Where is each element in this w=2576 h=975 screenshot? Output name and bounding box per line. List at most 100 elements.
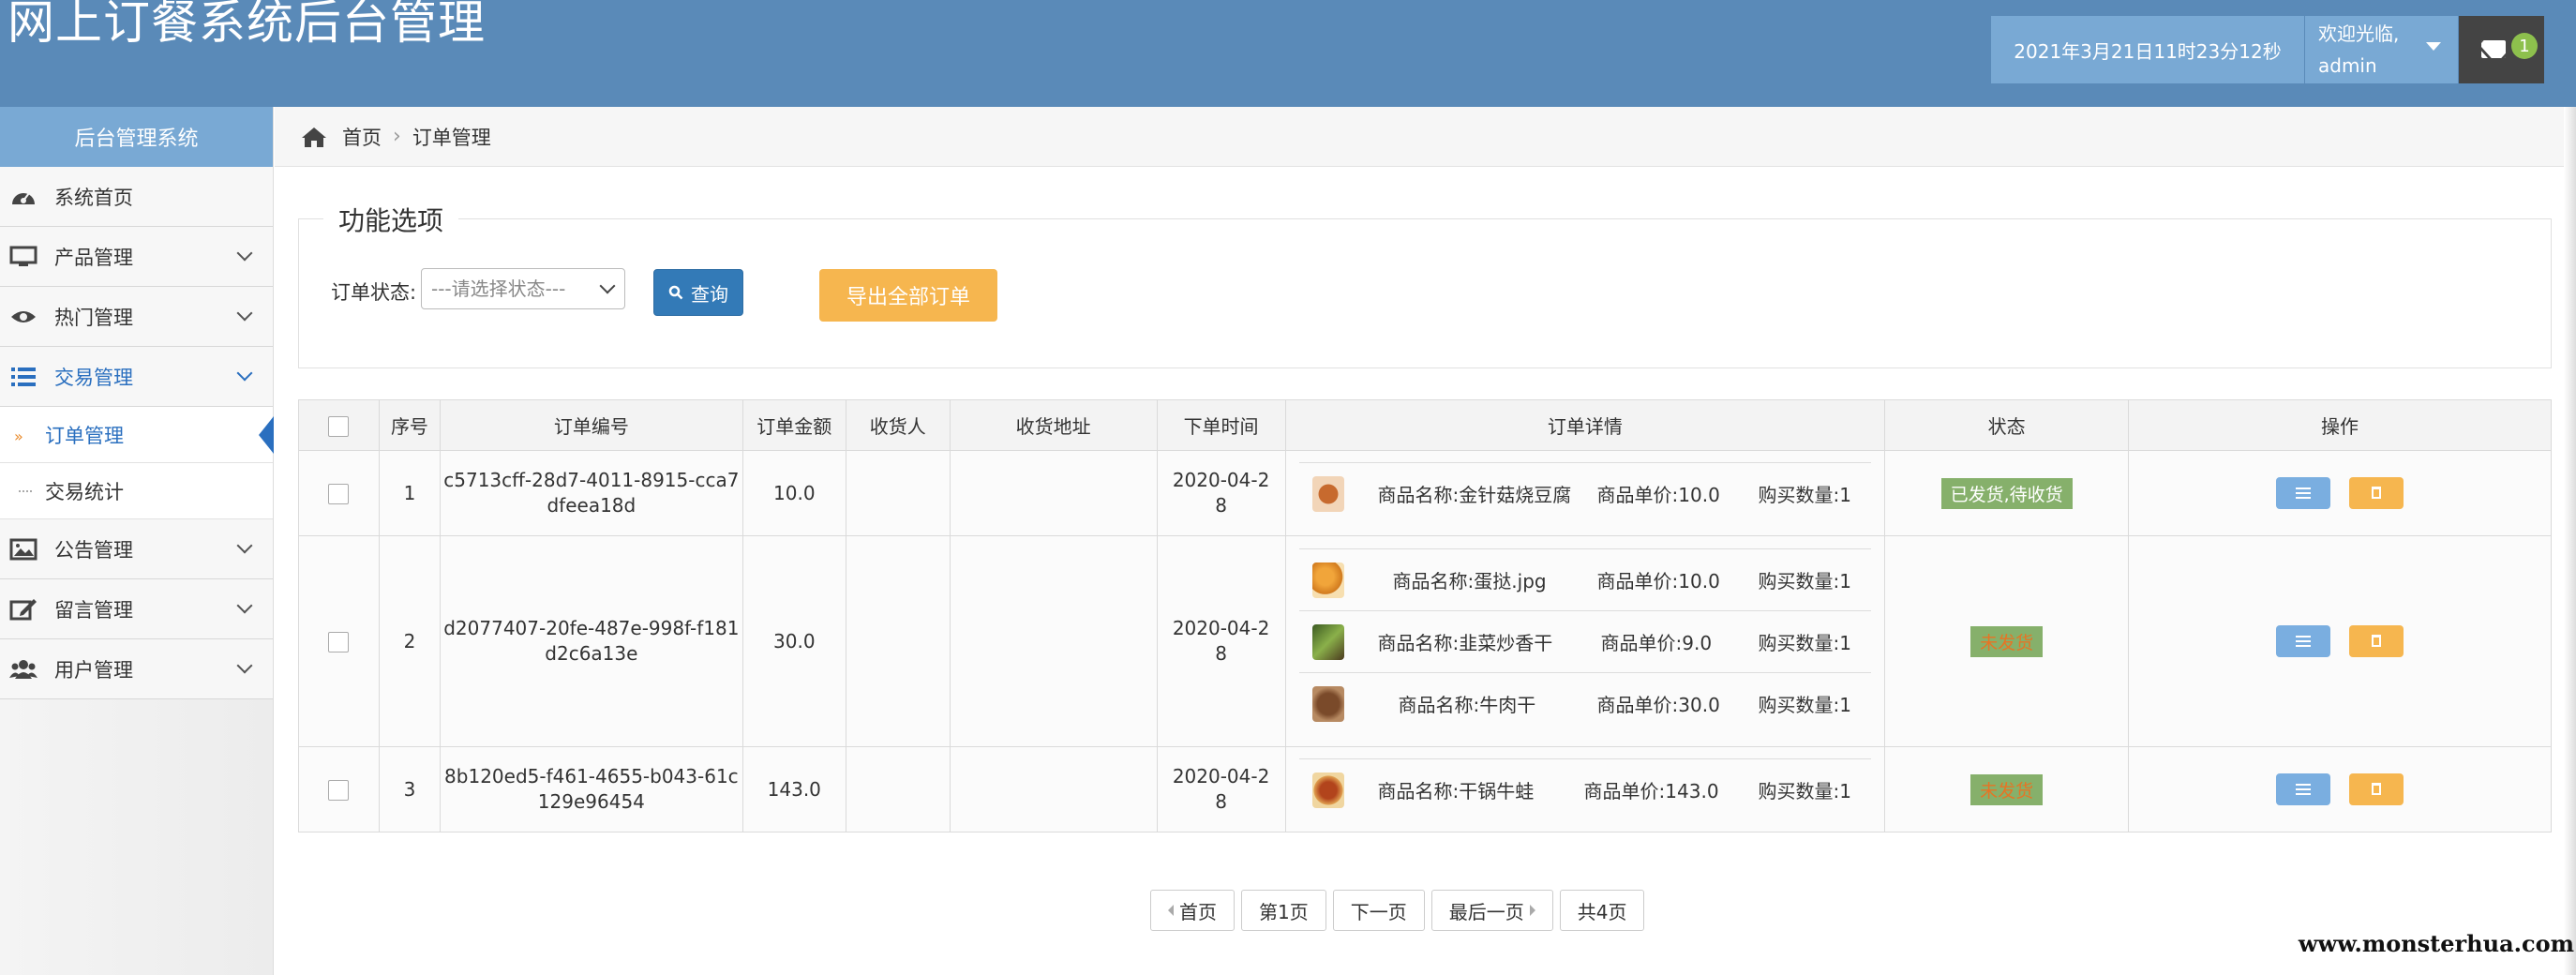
sidebar-title: 后台管理系统	[0, 107, 273, 167]
address	[949, 535, 1158, 747]
sidebar-item-transactions[interactable]: 交易管理	[0, 347, 273, 407]
order-id-line: dfeea18d	[547, 494, 637, 517]
actions-cell	[2128, 450, 2552, 536]
column-header: 收货人	[845, 399, 951, 451]
query-button[interactable]: 查询	[653, 269, 743, 316]
chevron-down-icon	[236, 365, 253, 382]
status-cell: 已发货,待收货	[1884, 450, 2130, 536]
tree-line	[19, 490, 32, 492]
sidebar-item-label: 留言管理	[54, 598, 133, 622]
order-status-select[interactable]: ---请选择状态---	[421, 268, 625, 309]
sidebar-subitem-orders[interactable]: » 订单管理	[0, 407, 274, 463]
product-thumbnail	[1311, 475, 1344, 512]
order-item: 商品名称:干锅牛蛙 商品单价:143.0 购买数量:1	[1298, 758, 1872, 820]
product-thumbnail	[1311, 562, 1344, 598]
order-id-line: d2077407-20fe-487e-998f-f181	[443, 617, 740, 639]
list-icon	[11, 368, 36, 386]
status-badge: 未发货	[1970, 773, 2044, 805]
caret-right-icon	[1529, 905, 1535, 916]
current-page-button[interactable]: 第1页	[1241, 890, 1326, 931]
chevron-down-icon	[236, 245, 253, 262]
caret-left-icon	[1168, 905, 1174, 916]
order-date-cell: 2020-04-2 8	[1156, 535, 1286, 747]
image-icon	[9, 538, 37, 561]
order-item: 商品名称:韭菜炒香干 商品单价:9.0 购买数量:1	[1298, 610, 1872, 672]
row-select-cell	[298, 746, 380, 832]
column-header: 收货地址	[949, 399, 1158, 451]
first-page-button[interactable]: 首页	[1150, 890, 1235, 931]
order-date-line: 8	[1215, 642, 1227, 665]
row-select-cell	[298, 450, 380, 536]
row-checkbox[interactable]	[328, 484, 350, 505]
sidebar-item-users[interactable]: 用户管理	[0, 639, 273, 699]
address	[949, 746, 1158, 832]
order-details-cell: 商品名称:干锅牛蛙 商品单价:143.0 购买数量:1	[1284, 746, 1886, 832]
order-id-cell: 8b120ed5-f461-4655-b043-61c 129e96454	[439, 746, 743, 832]
order-details-cell: 商品名称:金针菇烧豆腐 商品单价:10.0 购买数量:1	[1284, 450, 1886, 536]
order-date-line: 8	[1215, 790, 1227, 813]
row-checkbox[interactable]	[328, 780, 350, 802]
delete-button[interactable]	[2349, 773, 2404, 805]
column-header: 订单金额	[741, 399, 846, 451]
view-details-button[interactable]	[2275, 625, 2330, 657]
order-date-cell: 2020-04-2 8	[1156, 450, 1286, 536]
view-details-button[interactable]	[2275, 477, 2330, 509]
column-header: 下单时间	[1156, 399, 1286, 451]
double-chevron-icon: »	[14, 428, 23, 445]
export-all-orders-button[interactable]: 导出全部订单	[819, 269, 997, 322]
sidebar-item-dashboard[interactable]: 系统首页	[0, 167, 273, 227]
monitor-icon	[9, 246, 37, 266]
watermark: www.monsterhua.com	[2298, 930, 2574, 957]
table-row: 2 d2077407-20fe-487e-998f-f181 d2c6a13e …	[298, 535, 2552, 747]
user-menu[interactable]: 欢迎光临, admin	[2305, 16, 2458, 83]
edit-icon	[9, 599, 37, 621]
select-all-checkbox[interactable]	[328, 415, 350, 437]
next-page-button[interactable]: 下一页	[1332, 890, 1425, 931]
product-price: 商品单价:10.0	[1596, 484, 1720, 506]
sidebar-item-label: 热门管理	[54, 306, 133, 329]
address	[949, 450, 1158, 536]
delete-button[interactable]	[2349, 477, 2404, 509]
row-checkbox[interactable]	[328, 632, 350, 653]
search-icon	[668, 285, 683, 300]
sidebar-item-label: 产品管理	[54, 246, 133, 269]
receiver	[845, 746, 951, 832]
receiver	[845, 535, 951, 747]
product-name: 商品名称:牛肉干	[1398, 694, 1536, 716]
function-options-panel: 功能选项 订单状态: ---请选择状态--- 查询 导出全部订单	[298, 201, 2552, 368]
username: admin	[2318, 54, 2377, 77]
delete-button[interactable]	[2349, 625, 2404, 657]
sidebar-item-messages[interactable]: 留言管理	[0, 579, 273, 639]
trash-icon	[2372, 783, 2382, 795]
chevron-down-icon	[236, 537, 253, 554]
table-row: 1 c5713cff-28d7-4011-8915-cca7 dfeea18d …	[298, 450, 2552, 536]
last-page-label: 最后一页	[1448, 900, 1524, 923]
sidebar-item-products[interactable]: 产品管理	[0, 227, 273, 287]
order-item: 商品名称:牛肉干 商品单价:30.0 购买数量:1	[1298, 672, 1872, 734]
product-price: 商品单价:30.0	[1596, 694, 1720, 716]
first-page-label: 首页	[1179, 900, 1217, 923]
sidebar-item-hot[interactable]: 热门管理	[0, 287, 273, 347]
product-thumbnail	[1311, 623, 1344, 660]
product-qty: 购买数量:1	[1758, 632, 1852, 654]
status-cell: 未发货	[1884, 535, 2130, 747]
sidebar-item-label: 交易管理	[54, 366, 133, 389]
order-item: 商品名称:金针菇烧豆腐 商品单价:10.0 购买数量:1	[1298, 462, 1872, 524]
sidebar-subitem-stats[interactable]: 交易统计	[0, 463, 273, 519]
sidebar-item-notices[interactable]: 公告管理	[0, 519, 273, 579]
order-details-cell: 商品名称:蛋挞.jpg 商品单价:10.0 购买数量:1 商品名称:韭菜炒香干 …	[1284, 535, 1886, 747]
product-thumbnail	[1311, 772, 1344, 808]
status-badge: 未发货	[1970, 625, 2044, 657]
product-name: 商品名称:韭菜炒香干	[1377, 632, 1553, 654]
receiver	[845, 450, 951, 536]
last-page-button[interactable]: 最后一页	[1430, 890, 1553, 931]
view-details-button[interactable]	[2275, 773, 2330, 805]
list-icon	[2295, 488, 2311, 499]
status-cell: 未发货	[1884, 746, 2130, 832]
list-icon	[2295, 784, 2311, 795]
breadcrumb-home[interactable]: 首页	[342, 123, 382, 151]
top-header: 网上订餐系统后台管理 2021年3月21日11时23分12秒 欢迎光临, adm…	[0, 0, 2576, 107]
product-name: 商品名称:蛋挞.jpg	[1392, 570, 1547, 592]
messages-button[interactable]: 1	[2459, 16, 2544, 83]
product-qty: 购买数量:1	[1758, 694, 1852, 716]
